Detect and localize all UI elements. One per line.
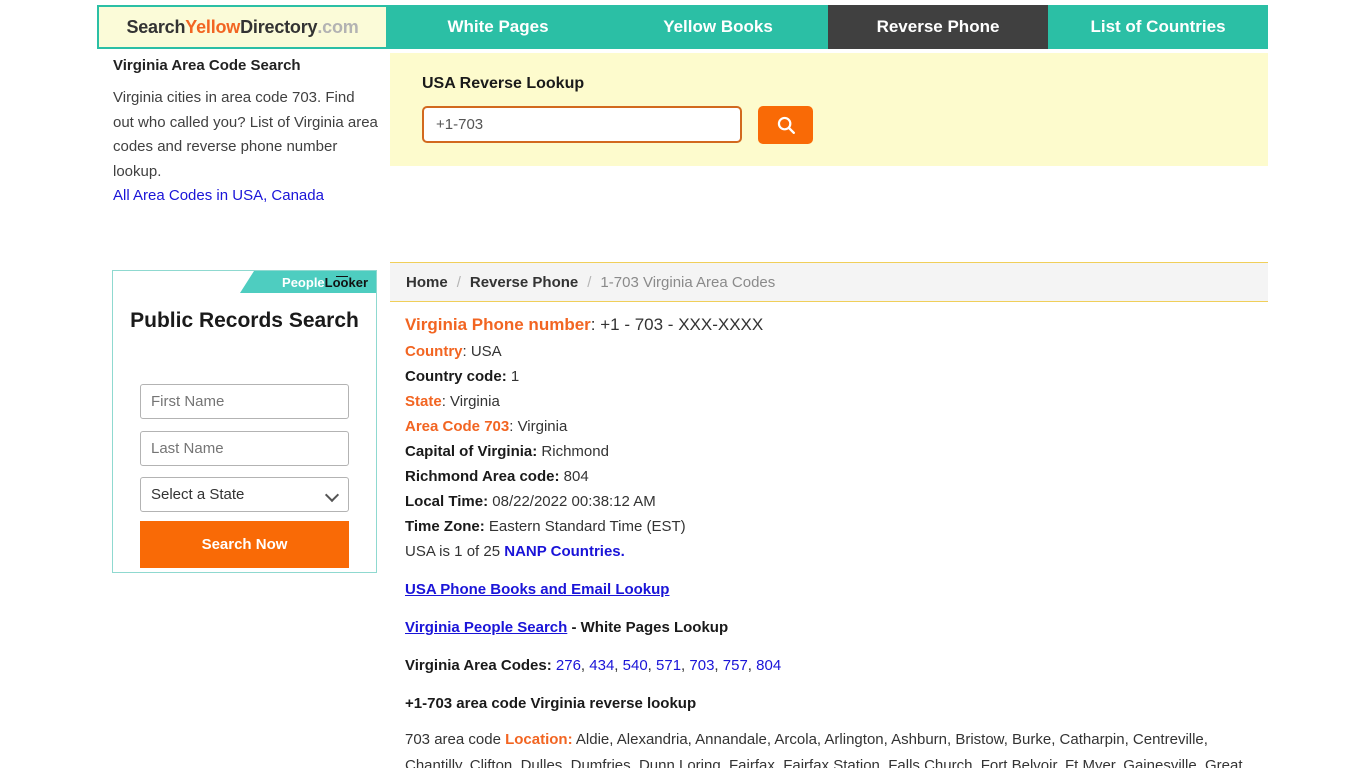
richmond-area-code-row: Richmond Area code: 804 xyxy=(405,468,589,485)
reverse-lookup-panel: USA Reverse Lookup xyxy=(390,53,1268,166)
first-name-input[interactable] xyxy=(140,384,349,419)
nanp-countries-link[interactable]: NANP Countries. xyxy=(504,543,625,560)
breadcrumb-reverse-phone[interactable]: Reverse Phone xyxy=(470,274,578,291)
time-zone-value: Eastern Standard Time (EST) xyxy=(488,518,686,535)
last-name-input[interactable] xyxy=(140,431,349,466)
brand-text-people: People xyxy=(282,274,325,290)
reverse-lookup-heading: +1-703 area code Virginia reverse lookup xyxy=(405,695,697,712)
phone-number-value: +1 - 703 - XXX-XXXX xyxy=(600,315,764,334)
phone-number-label: Virginia Phone number xyxy=(405,315,591,334)
all-area-codes-link[interactable]: All Area Codes in USA, Canada xyxy=(113,184,379,209)
area-code-link[interactable]: 434 xyxy=(589,657,614,674)
breadcrumb-current: 1-703 Virginia Area Codes xyxy=(600,273,776,291)
area-code-link[interactable]: 804 xyxy=(756,657,781,674)
richmond-area-code-value: 804 xyxy=(563,468,589,485)
logo-text-yellow: Yellow xyxy=(185,16,241,37)
state-row: State: Virginia xyxy=(405,393,500,410)
virginia-people-search-link[interactable]: Virginia People Search xyxy=(405,619,567,636)
nanp-row: USA is 1 of 25 NANP Countries. xyxy=(405,539,1265,564)
state-select-wrapper: Select a State xyxy=(140,477,349,512)
country-code-row: Country code: 1 xyxy=(405,368,520,385)
logo-text-com: .com xyxy=(317,16,359,37)
search-now-button[interactable]: Search Now xyxy=(140,521,349,568)
local-time-row: Local Time: 08/22/2022 00:38:12 AM xyxy=(405,493,656,510)
people-search-row: Virginia People Search - White Pages Loo… xyxy=(405,615,1265,640)
country-code-value: 1 xyxy=(510,368,520,385)
area-code-link[interactable]: 703 xyxy=(689,657,714,674)
search-panel-label: USA Reverse Lookup xyxy=(422,75,585,92)
area-code-label: Area Code 703 xyxy=(405,418,510,435)
capital-label: Capital of Virginia xyxy=(405,443,533,460)
logo-text-search: Search xyxy=(126,16,186,37)
search-input[interactable] xyxy=(422,106,742,143)
time-zone-label: Time Zone xyxy=(405,518,480,535)
page-root: Search Yellow Directory .com White Pages Ye… xyxy=(0,0,1366,768)
search-submit-button[interactable] xyxy=(758,106,813,144)
main-navigation: White Pages Yellow Books Reverse Phone L… xyxy=(388,5,1268,49)
phone-number-row: Virginia Phone number: +1 - 703 - XXX-XX… xyxy=(405,315,764,334)
phone-books-row: USA Phone Books and Email Lookup xyxy=(405,577,1265,602)
area-code-value: Virginia xyxy=(517,418,568,435)
area-code-link[interactable]: 757 xyxy=(723,657,748,674)
local-time-value: 08/22/2022 00:38:12 AM xyxy=(492,493,656,510)
area-code-link[interactable]: 571 xyxy=(656,657,681,674)
area-codes-row: Virginia Area Codes: 276, 434, 540, 571,… xyxy=(405,653,1265,678)
time-zone-row: Time Zone: Eastern Standard Time (EST) xyxy=(405,518,686,535)
peoplelooker-widget: PeopleLooker Public Records Search Selec… xyxy=(112,270,377,573)
intro-body: Virginia cities in area code 703. Find o… xyxy=(113,89,378,180)
locations-paragraph: 703 area code Location: Aldie, Alexandri… xyxy=(405,727,1265,768)
country-label: Country xyxy=(405,343,463,360)
breadcrumb-separator: / xyxy=(587,273,592,291)
logo-text-directory: Directory xyxy=(240,16,318,37)
locations-prefix: 703 area code xyxy=(405,731,506,748)
area-codes-label: Virginia Area Codes: xyxy=(405,657,552,674)
area-code-link[interactable]: 540 xyxy=(623,657,648,674)
intro-block: Virginia Area Code Search Virginia citie… xyxy=(113,56,379,209)
site-header: Search Yellow Directory .com White Pages Ye… xyxy=(97,5,1268,49)
country-code-label: Country code xyxy=(405,368,502,385)
peoplelooker-brand-banner: People Looker xyxy=(240,271,376,293)
capital-value: Richmond xyxy=(541,443,609,460)
breadcrumb-separator: / xyxy=(456,273,461,291)
widget-heading: Public Records Search xyxy=(130,309,359,332)
breadcrumb-home[interactable]: Home xyxy=(406,274,448,291)
people-search-suffix: - White Pages Lookup xyxy=(567,619,729,636)
intro-title: Virginia Area Code Search xyxy=(113,57,301,74)
usa-phone-books-link[interactable]: USA Phone Books and Email Lookup xyxy=(405,581,669,598)
country-value: USA xyxy=(470,343,502,360)
search-icon xyxy=(777,116,795,134)
area-code-row: Area Code 703: Virginia xyxy=(405,418,568,435)
site-logo[interactable]: Search Yellow Directory .com xyxy=(97,5,388,49)
state-value: Virginia xyxy=(450,393,500,410)
local-time-label: Local Time xyxy=(405,493,484,510)
nav-item-reverse-phone[interactable]: Reverse Phone xyxy=(828,5,1048,49)
brand-overbar-icon xyxy=(335,275,348,277)
main-content: Virginia Phone number: +1 - 703 - XXX-XX… xyxy=(405,311,1265,768)
nanp-prefix: USA is 1 of 25 xyxy=(405,543,505,560)
locations-label: Location: xyxy=(505,731,573,748)
state-label: State xyxy=(405,393,442,410)
state-select[interactable]: Select a State xyxy=(140,477,349,512)
nav-item-yellow-books[interactable]: Yellow Books xyxy=(608,5,828,49)
nav-item-white-pages[interactable]: White Pages xyxy=(388,5,608,49)
area-code-link[interactable]: 276 xyxy=(556,657,581,674)
nav-item-list-of-countries[interactable]: List of Countries xyxy=(1048,5,1268,49)
brand-text-looker: Looker xyxy=(324,274,368,290)
capital-row: Capital of Virginia: Richmond xyxy=(405,443,609,460)
breadcrumb: Home / Reverse Phone / 1-703 Virginia Ar… xyxy=(390,262,1268,302)
country-row: Country: USA xyxy=(405,343,502,360)
area-codes-list: 276, 434, 540, 571, 703, 757, 804 xyxy=(555,657,782,674)
richmond-area-code-label: Richmond Area code xyxy=(405,468,555,485)
